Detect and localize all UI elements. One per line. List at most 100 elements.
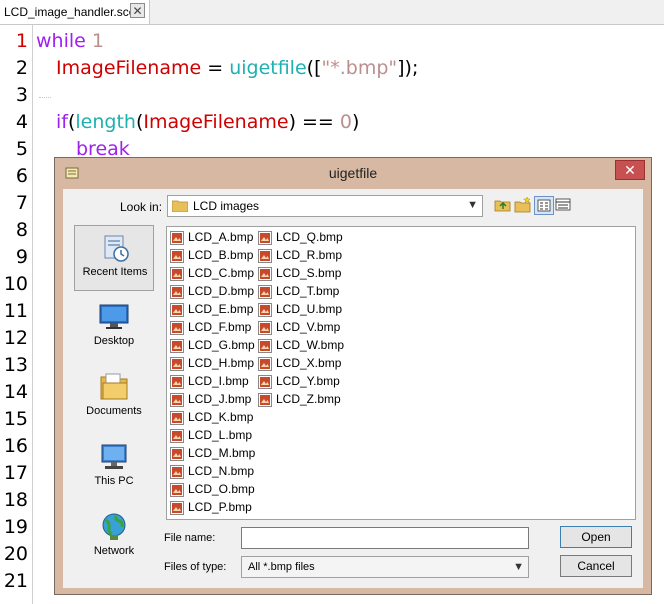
code-line-1: while 1	[36, 30, 104, 52]
list-view-button[interactable]	[534, 196, 554, 215]
bmp-file-icon	[258, 339, 272, 353]
file-name-input[interactable]	[241, 527, 529, 549]
code-line-4: if(length(ImageFilename) == 0)	[56, 111, 359, 133]
line-number: 17	[3, 462, 28, 484]
bmp-file-icon	[170, 267, 184, 281]
folder-icon	[172, 200, 188, 212]
file-list[interactable]: LCD_A.bmp LCD_B.bmp LCD_C.bmp LCD_D.bmp LCD_…	[166, 226, 636, 520]
line-number: 11	[3, 300, 28, 322]
operator: =	[201, 57, 230, 79]
file-name: LCD_O.bmp	[188, 482, 255, 496]
bmp-file-icon	[258, 285, 272, 299]
look-in-dropdown[interactable]: LCD images ▼	[167, 195, 483, 217]
new-folder-button[interactable]	[514, 196, 534, 215]
dialog-title: uigetfile	[328, 165, 378, 181]
line-number: 14	[3, 381, 28, 403]
line-number: 4	[15, 111, 28, 133]
file-name: LCD_Z.bmp	[276, 392, 341, 406]
punctuation: ]);	[397, 57, 419, 79]
close-icon[interactable]: ✕	[615, 160, 645, 180]
files-of-type-dropdown[interactable]: All *.bmp files ▼	[241, 556, 529, 578]
bmp-file-icon	[170, 249, 184, 263]
file-name: LCD_L.bmp	[188, 428, 253, 442]
chevron-down-icon[interactable]: ▼	[513, 561, 524, 573]
up-folder-icon	[494, 200, 511, 212]
file-name: LCD_U.bmp	[276, 302, 343, 316]
variable: ImageFilename	[143, 111, 289, 133]
documents-icon	[100, 373, 128, 400]
place-label: Desktop	[93, 335, 135, 347]
file-name: LCD_N.bmp	[188, 464, 255, 478]
bmp-file-icon	[258, 375, 272, 389]
bmp-file-icon	[258, 357, 272, 371]
bmp-file-icon	[170, 429, 184, 443]
bmp-file-icon	[170, 303, 184, 317]
file-name: LCD_I.bmp	[188, 374, 249, 388]
bmp-file-icon	[258, 393, 272, 407]
file-name: LCD_M.bmp	[188, 446, 256, 460]
place-recent-items[interactable]: Recent Items	[74, 225, 154, 291]
file-name: LCD_Q.bmp	[276, 230, 343, 244]
open-button[interactable]: Open	[560, 526, 632, 548]
bmp-file-icon	[170, 465, 184, 479]
place-label: Network	[93, 545, 135, 557]
list-view-icon	[537, 199, 551, 212]
bmp-file-icon	[170, 231, 184, 245]
file-name-label: File name:	[164, 532, 216, 544]
bmp-file-icon	[258, 267, 272, 281]
bmp-file-icon	[258, 303, 272, 317]
dialog-titlebar[interactable]: uigetfile ✕	[55, 158, 651, 188]
cancel-button[interactable]: Cancel	[560, 555, 632, 577]
punctuation: )	[352, 111, 360, 133]
number-literal: 1	[91, 30, 104, 52]
bmp-file-icon	[258, 249, 272, 263]
places-bar: Recent Items Desktop Documents This PC N…	[74, 225, 154, 576]
line-number: 15	[3, 408, 28, 430]
bmp-file-icon	[170, 447, 184, 461]
line-number: 19	[3, 516, 28, 538]
file-name: LCD_G.bmp	[188, 338, 255, 352]
details-view-icon	[555, 198, 571, 211]
bmp-file-icon	[170, 357, 184, 371]
keyword: while	[36, 30, 86, 52]
indent-guide	[39, 97, 51, 98]
bmp-file-icon	[170, 321, 184, 335]
details-view-button[interactable]	[554, 196, 574, 215]
line-number: 3	[15, 84, 28, 106]
bmp-file-icon	[170, 501, 184, 515]
line-number: 7	[15, 192, 28, 214]
file-name: LCD_E.bmp	[188, 302, 254, 316]
file-name: LCD_Y.bmp	[276, 374, 340, 388]
string-literal: "*.bmp"	[321, 57, 398, 79]
look-in-value: LCD images	[193, 199, 260, 213]
place-label: This PC	[94, 475, 134, 487]
operator: ) ==	[288, 111, 340, 133]
bmp-file-icon	[170, 483, 184, 497]
file-name: LCD_F.bmp	[188, 320, 252, 334]
code-line-2: ImageFilename = uigetfile(["*.bmp"]);	[56, 57, 418, 79]
place-this-pc[interactable]: This PC	[74, 435, 154, 501]
close-icon[interactable]: ✕	[130, 3, 145, 18]
file-name: LCD_S.bmp	[276, 266, 342, 280]
recent-items-icon	[104, 235, 129, 262]
line-number: 16	[3, 435, 28, 457]
line-number: 6	[15, 165, 28, 187]
dialog-body: Look in: LCD images ▼ Recent Items Deskt…	[63, 189, 643, 588]
network-icon	[102, 513, 126, 540]
place-documents[interactable]: Documents	[74, 365, 154, 431]
place-desktop[interactable]: Desktop	[74, 295, 154, 361]
file-name: LCD_A.bmp	[188, 230, 254, 244]
file-name: LCD_W.bmp	[276, 338, 345, 352]
punctuation: ([	[306, 57, 322, 79]
bmp-file-icon	[170, 411, 184, 425]
file-name: LCD_V.bmp	[276, 320, 341, 334]
new-folder-icon	[514, 196, 531, 213]
file-name: LCD_C.bmp	[188, 266, 255, 280]
place-network[interactable]: Network	[74, 505, 154, 571]
desktop-icon	[99, 304, 129, 329]
up-folder-button[interactable]	[494, 196, 514, 215]
chevron-down-icon[interactable]: ▼	[467, 199, 478, 211]
bmp-file-icon	[170, 393, 184, 407]
line-number: 12	[3, 327, 28, 349]
tab-lcd-image-handler[interactable]: LCD_image_handler.sce ✕	[0, 0, 150, 24]
